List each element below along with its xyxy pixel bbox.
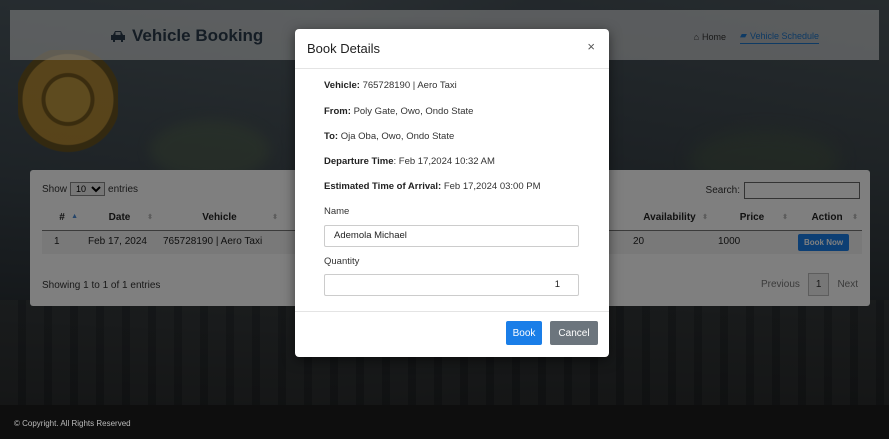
quantity-input[interactable]: 1	[324, 274, 579, 296]
footer: © Copyright. All Rights Reserved	[0, 405, 889, 439]
close-icon[interactable]: ×	[587, 39, 595, 54]
from-line: From: Poly Gate, Owo, Ondo State	[324, 106, 474, 117]
name-input[interactable]: Ademola Michael	[324, 225, 579, 247]
book-details-modal: Book Details × Vehicle: 765728190 | Aero…	[295, 29, 609, 357]
to-line: To: Oja Oba, Owo, Ondo State	[324, 131, 455, 142]
copyright-text: © Copyright. All Rights Reserved	[14, 419, 131, 428]
departure-line: Departure Time: Feb 17,2024 10:32 AM	[324, 156, 495, 167]
name-label: Name	[324, 206, 350, 217]
book-button[interactable]: Book	[506, 321, 542, 345]
modal-title: Book Details	[307, 41, 380, 56]
eta-line: Estimated Time of Arrival: Feb 17,2024 0…	[324, 181, 541, 192]
modal-header: Book Details ×	[295, 29, 609, 69]
vehicle-line: Vehicle: 765728190 | Aero Taxi	[324, 80, 457, 91]
quantity-label: Quantity	[324, 256, 360, 267]
cancel-button[interactable]: Cancel	[550, 321, 598, 345]
